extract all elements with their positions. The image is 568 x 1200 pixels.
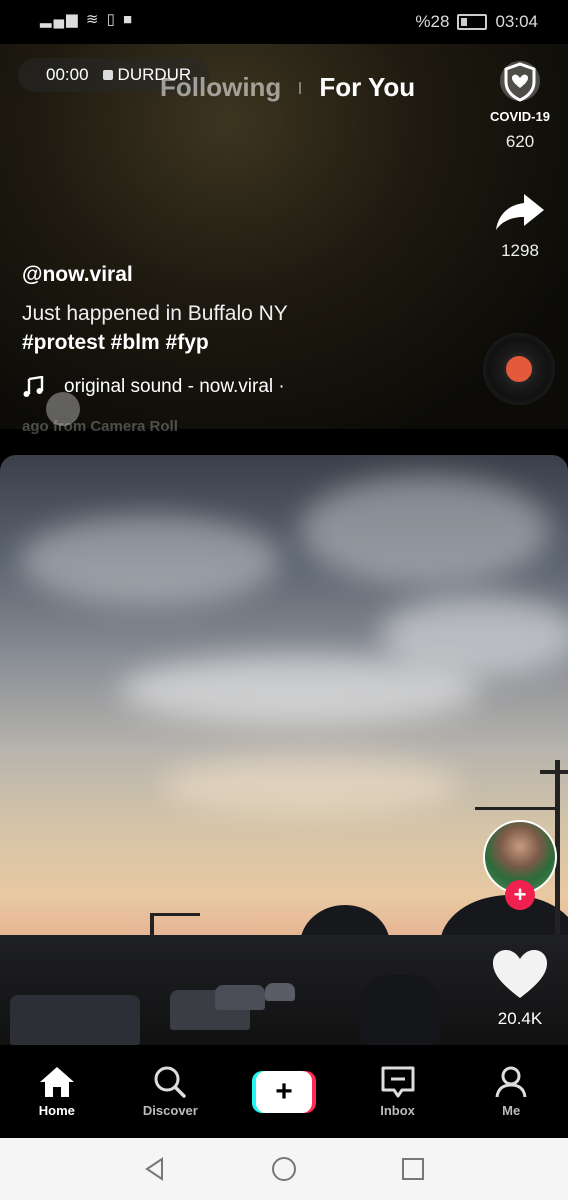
signal-icon: ▂▄▆ ≋ ▯ ■: [40, 11, 135, 28]
status-right: %28 03:04: [415, 12, 538, 32]
nav-home[interactable]: Home: [12, 1065, 102, 1118]
home-icon: [39, 1067, 74, 1097]
post-username[interactable]: @now.viral: [22, 263, 133, 287]
status-bar: ▂▄▆ ≋ ▯ ■ %28 03:04: [0, 0, 568, 44]
heart-icon: [493, 950, 547, 998]
sound-disc-icon: [503, 353, 535, 385]
nav-me[interactable]: Me: [466, 1065, 556, 1118]
share-arrow-icon: [496, 194, 544, 230]
tab-following[interactable]: Following: [160, 72, 281, 103]
tab-divider: [299, 81, 302, 94]
post-hashtags[interactable]: #protest #blm #fyp: [22, 331, 209, 355]
covid-count: 620: [505, 132, 535, 151]
nav-create[interactable]: +: [239, 1070, 329, 1113]
recents-icon[interactable]: [400, 1156, 426, 1182]
back-icon[interactable]: [142, 1156, 168, 1182]
recording-timer: 00:00: [46, 65, 89, 84]
follow-button[interactable]: +: [505, 880, 535, 910]
search-icon: [154, 1066, 187, 1098]
covid-info-button[interactable]: COVID-19 620: [472, 58, 568, 152]
battery-percent: %28: [415, 12, 450, 31]
battery-icon: [457, 14, 488, 30]
share-button[interactable]: 1298: [482, 190, 558, 261]
nav-home-label: Home: [38, 1103, 75, 1118]
nav-me-label: Me: [502, 1103, 521, 1118]
sound-name: original sound - now.viral ·: [64, 376, 285, 397]
like-button[interactable]: 20.4K: [480, 948, 560, 1029]
system-nav-bar: [0, 1138, 568, 1200]
clock: 03:04: [495, 12, 538, 31]
share-count: 1298: [501, 241, 539, 260]
tab-for-you[interactable]: For You: [319, 72, 415, 103]
like-count: 20.4K: [497, 1009, 543, 1028]
shield-icon: [500, 61, 540, 102]
nav-discover[interactable]: Discover: [125, 1065, 215, 1118]
covid-label: COVID-19: [490, 109, 550, 124]
sound-disc-button[interactable]: [483, 333, 555, 405]
stop-icon: [102, 70, 113, 80]
inbox-icon: [381, 1066, 415, 1098]
faded-meta-text: ago from Camera Roll: [22, 418, 178, 435]
profile-icon: [495, 1066, 527, 1098]
nav-discover-label: Discover: [142, 1103, 198, 1118]
create-plus-icon: +: [251, 1070, 316, 1113]
bottom-nav: Home Discover + Inbox Me: [0, 1045, 568, 1138]
post-caption: Just happened in Buffalo NY: [22, 302, 288, 325]
music-note-icon: [23, 376, 44, 397]
nav-inbox[interactable]: Inbox: [353, 1065, 443, 1118]
nav-inbox-label: Inbox: [380, 1103, 415, 1118]
home-circle-icon[interactable]: [271, 1156, 297, 1182]
feed-tabs: Following For You: [160, 72, 415, 103]
